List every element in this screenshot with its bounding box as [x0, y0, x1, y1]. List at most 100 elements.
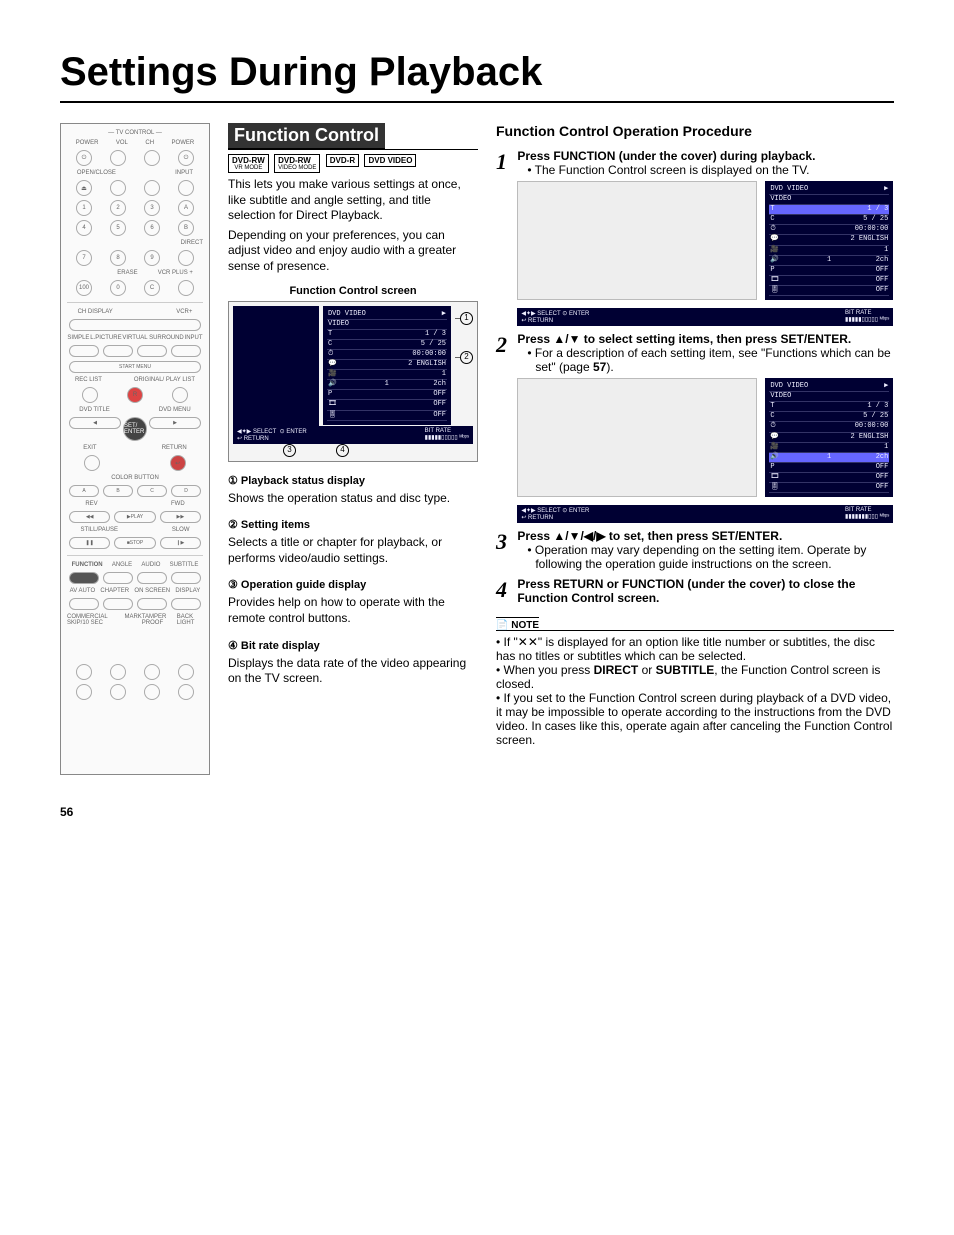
section-title: Function Control [228, 123, 385, 149]
function-button[interactable] [69, 572, 99, 584]
note-2: • When you press DIRECT or SUBTITLE, the… [496, 663, 894, 691]
slow-button[interactable]: ❙▶ [160, 537, 201, 549]
simple-button[interactable] [69, 345, 99, 357]
color-d[interactable]: D [171, 485, 201, 497]
label-dvdtitle: DVD TITLE [79, 407, 110, 413]
color-b[interactable]: B [103, 485, 133, 497]
spare-4[interactable] [178, 664, 194, 680]
item3-head: ③ Operation guide display [228, 578, 478, 591]
label-lpicture: L.PICTURE [90, 335, 121, 341]
label-openclose: OPEN/CLOSE [77, 170, 116, 176]
num-5[interactable]: 5 [110, 220, 126, 236]
label-ch: CH [145, 140, 154, 146]
label-mark: MARK [124, 614, 141, 626]
remote-illustration: — TV CONTROL — POWER VOL CH POWER ⏻⏻ OPE… [60, 123, 210, 775]
rev-button[interactable]: ◀◀ [69, 511, 110, 523]
chdisplay-button[interactable] [69, 319, 201, 331]
num-1[interactable]: 1 [76, 200, 92, 216]
vcrplus-button[interactable] [178, 280, 194, 296]
angle-button[interactable] [103, 572, 133, 584]
step-2: 2 Press ▲/▼ to select setting items, the… [496, 332, 894, 523]
power2-button[interactable]: ⏻ [178, 150, 194, 166]
item1-head: ① Playback status display [228, 474, 478, 487]
num-0[interactable]: 0 [110, 280, 126, 296]
num-7[interactable]: 7 [76, 250, 92, 266]
vsurround-button[interactable] [137, 345, 167, 357]
num-2[interactable]: 2 [110, 200, 126, 216]
item4-body: Displays the data rate of the video appe… [228, 656, 478, 687]
label-chapter: CHAPTER [100, 588, 129, 594]
exit-button[interactable] [84, 455, 100, 471]
reclist-button[interactable] [82, 387, 98, 403]
display-button[interactable] [171, 598, 201, 610]
step-1: 1 Press FUNCTION (under the cover) durin… [496, 149, 894, 326]
label-onscreen: ON SCREEN [134, 588, 170, 594]
onscreen-button[interactable] [137, 598, 167, 610]
spare-7[interactable] [144, 684, 160, 700]
c-button[interactable]: C [144, 280, 160, 296]
pause-button[interactable]: ❚❚ [69, 537, 110, 549]
num-6[interactable]: 6 [144, 220, 160, 236]
direct-button[interactable] [178, 250, 194, 266]
label-tamper: TAMPER PROOF [142, 614, 177, 626]
subtitle-button[interactable] [171, 572, 201, 584]
label-rev: REV [85, 501, 97, 507]
num-100[interactable]: 100 [76, 280, 92, 296]
fc-screen-label: Function Control screen [228, 285, 478, 297]
spare-2[interactable] [110, 664, 126, 680]
chapter-button[interactable] [103, 598, 133, 610]
color-c[interactable]: C [137, 485, 167, 497]
label-vcrplus: VCR PLUS + [158, 270, 193, 276]
label-backlight: BACK LIGHT [177, 614, 203, 626]
chup-button[interactable] [144, 180, 160, 196]
return-button[interactable]: ↩ [170, 455, 186, 471]
spare-3[interactable] [144, 664, 160, 680]
label-color: COLOR BUTTON [67, 475, 203, 481]
b-button[interactable]: B [178, 220, 194, 236]
fwd-button[interactable]: ▶▶ [160, 511, 201, 523]
input2-button[interactable] [171, 345, 201, 357]
num-4[interactable]: 4 [76, 220, 92, 236]
page-title: Settings During Playback [60, 50, 894, 103]
right-button[interactable]: ▶ [149, 417, 201, 429]
label-subtitle: SUBTITLE [170, 562, 199, 568]
label-power2: POWER [172, 140, 195, 146]
rec-button[interactable]: R [127, 387, 143, 403]
lpicture-button[interactable] [103, 345, 133, 357]
vol-button[interactable] [110, 150, 126, 166]
ch-button[interactable] [144, 150, 160, 166]
input-button[interactable] [178, 180, 194, 196]
disc-badges: DVD-RWVR MODE DVD-RWVIDEO MODE DVD-R DVD… [228, 154, 478, 173]
left-button[interactable]: ◀ [69, 417, 121, 429]
openclose-button[interactable]: ⏏ [76, 180, 92, 196]
label-avauto: AV AUTO [70, 588, 95, 594]
label-dvdmenu: DVD MENU [159, 407, 191, 413]
origpl-button[interactable] [172, 387, 188, 403]
play-button[interactable]: ▶PLAY [114, 511, 155, 523]
spare-8[interactable] [178, 684, 194, 700]
startmenu-button[interactable]: START MENU [69, 361, 201, 373]
spare-5[interactable] [76, 684, 92, 700]
num-9[interactable]: 9 [144, 250, 160, 266]
color-a[interactable]: A [69, 485, 99, 497]
stop-button[interactable]: ■STOP [114, 537, 155, 549]
num-3[interactable]: 3 [144, 200, 160, 216]
intro-text-1: This lets you make various settings at o… [228, 177, 478, 224]
step-4: 4 Press RETURN or FUNCTION (under the co… [496, 577, 894, 605]
label-power: POWER [76, 140, 99, 146]
set-enter-button[interactable]: SET/ ENTER [123, 417, 147, 441]
volup-button[interactable] [110, 180, 126, 196]
label-vol: VOL [116, 140, 128, 146]
spare-1[interactable] [76, 664, 92, 680]
a-button[interactable]: A [178, 200, 194, 216]
power-button[interactable]: ⏻ [76, 150, 92, 166]
spare-6[interactable] [110, 684, 126, 700]
num-8[interactable]: 8 [110, 250, 126, 266]
intro-text-2: Depending on your preferences, you can a… [228, 228, 478, 275]
label-slow: SLOW [172, 527, 190, 533]
avauto-button[interactable] [69, 598, 99, 610]
label-commercial: COMMERCIAL SKIP/10 SEC [67, 614, 124, 626]
label-angle: ANGLE [112, 562, 132, 568]
audio-button[interactable] [137, 572, 167, 584]
label-erase: ERASE [117, 270, 137, 276]
